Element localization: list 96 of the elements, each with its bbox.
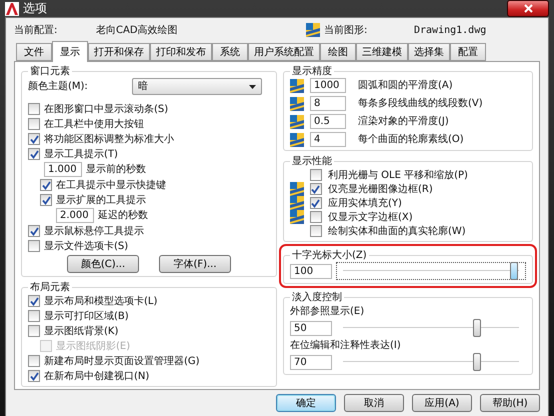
checkbox-label: 显示布局和模型选项卡(L) bbox=[44, 294, 158, 308]
checkbox-label: 显示扩展的工具提示 bbox=[56, 194, 146, 206]
checkbox-label: 应用实体填充(Y) bbox=[328, 196, 402, 210]
field-label: 延迟的秒数 bbox=[98, 209, 148, 222]
group-title: 淡入度控制 bbox=[290, 290, 343, 304]
slider-thumb[interactable] bbox=[510, 262, 518, 280]
drawing-setting-icon bbox=[290, 96, 304, 110]
group-title: 十字光标大小(Z) bbox=[290, 248, 368, 262]
profile-label: 当前配置: bbox=[14, 24, 58, 37]
drawing-setting-icon bbox=[306, 23, 320, 37]
checkbox-label: 绘制实体和曲面的真实轮廓(W) bbox=[328, 224, 466, 238]
checkbox[interactable] bbox=[310, 225, 322, 237]
checkbox[interactable] bbox=[28, 148, 40, 160]
close-button[interactable] bbox=[507, 0, 549, 17]
tab[interactable]: 打开和保存 bbox=[88, 43, 150, 61]
checkbox-label: 将功能区图标调整为标准大小 bbox=[44, 132, 174, 146]
profile-name: 老向CAD高效绘图 bbox=[96, 24, 179, 37]
dialog-button[interactable]: 颜色(C)... bbox=[66, 255, 139, 273]
drawing-setting-icon bbox=[290, 132, 304, 146]
checkbox-label: 在工具栏中使用大按钮 bbox=[44, 118, 144, 130]
slider-label: 在位编辑和注释性表达(I) bbox=[290, 338, 402, 352]
checkbox-label: 显示图纸阴影(E) bbox=[56, 340, 130, 352]
checkbox[interactable] bbox=[28, 225, 40, 237]
checkbox[interactable] bbox=[40, 194, 52, 206]
checkbox[interactable] bbox=[28, 355, 40, 367]
checkbox[interactable] bbox=[40, 179, 52, 191]
checkbox-label: 显示工具提示(T) bbox=[44, 148, 118, 160]
color-theme-label: 颜色主题(M): bbox=[28, 80, 89, 93]
window-title: 选项 bbox=[23, 0, 47, 17]
checkbox[interactable] bbox=[28, 370, 40, 382]
number-field[interactable]: 70 bbox=[290, 354, 332, 370]
slider-thumb[interactable] bbox=[472, 319, 481, 337]
dialog-button[interactable]: 取消 bbox=[344, 394, 404, 412]
dialog-button[interactable]: 帮助(H) bbox=[480, 394, 540, 412]
checkbox-label: 利用光栅与 OLE 平移和缩放(P) bbox=[328, 168, 468, 182]
number-field[interactable]: 50 bbox=[290, 320, 332, 336]
tab[interactable]: 三维建模 bbox=[356, 43, 408, 61]
dialog-button[interactable]: 应用(A) bbox=[412, 394, 472, 412]
group-title: 显示精度 bbox=[290, 64, 333, 78]
checkbox-label: 显示图纸背景(K) bbox=[44, 324, 118, 338]
number-field[interactable]: 1000 bbox=[310, 78, 346, 93]
dialog-button[interactable]: 字体(F)... bbox=[158, 255, 231, 273]
checkbox[interactable] bbox=[28, 240, 40, 252]
drawing-setting-icon bbox=[290, 182, 304, 196]
checkbox-label: 仅显示文字边框(X) bbox=[328, 210, 413, 224]
checkbox[interactable] bbox=[28, 133, 40, 145]
dialog-button[interactable]: 确定 bbox=[276, 394, 336, 412]
number-field[interactable]: 1.000 bbox=[44, 162, 82, 177]
checkbox-label: 在新布局中创建视口(N) bbox=[44, 370, 150, 382]
checkbox-label: 显示鼠标悬停工具提示 bbox=[44, 224, 144, 238]
field-label: 每个曲面的轮廓素线(O) bbox=[358, 133, 464, 146]
number-field[interactable]: 0.5 bbox=[310, 114, 346, 129]
group-title: 布局元素 bbox=[29, 280, 71, 294]
checkbox[interactable] bbox=[310, 183, 322, 195]
tab[interactable]: 打印和发布 bbox=[150, 43, 212, 61]
group-title: 显示性能 bbox=[290, 154, 333, 168]
color-theme-dropdown[interactable]: 暗 bbox=[132, 78, 262, 95]
checkbox[interactable] bbox=[310, 211, 322, 223]
field-label: 渲染对象的平滑度(J) bbox=[358, 115, 449, 128]
close-icon bbox=[524, 4, 532, 13]
drawing-setting-icon bbox=[290, 114, 304, 128]
tab[interactable]: 选择集 bbox=[408, 43, 450, 61]
tab[interactable]: 绘图 bbox=[320, 43, 356, 61]
number-field[interactable]: 8 bbox=[310, 96, 346, 111]
checkbox[interactable] bbox=[28, 118, 40, 130]
tab[interactable]: 配置 bbox=[450, 43, 486, 61]
caret-icon bbox=[249, 84, 256, 88]
checkbox-label: 在图形窗口中显示滚动条(S) bbox=[44, 102, 168, 116]
checkbox[interactable] bbox=[310, 169, 322, 181]
tab[interactable]: 系统 bbox=[212, 43, 248, 61]
number-field[interactable]: 2.000 bbox=[56, 208, 94, 223]
number-field[interactable]: 100 bbox=[290, 264, 332, 278]
slider-label: 外部参照显示(E) bbox=[290, 304, 366, 318]
checkbox[interactable] bbox=[28, 103, 40, 115]
field-label: 每条多段线曲线的线段数(V) bbox=[358, 97, 483, 110]
checkbox[interactable] bbox=[28, 295, 40, 307]
checkbox-label: 新建布局时显示页面设置管理器(G) bbox=[44, 354, 200, 368]
drawing-setting-icon bbox=[290, 78, 304, 92]
field-label: 圆弧和圆的平滑度(A) bbox=[358, 79, 453, 92]
checkbox[interactable] bbox=[28, 325, 40, 337]
slider-thumb[interactable] bbox=[472, 353, 481, 371]
tab[interactable]: 显示 bbox=[52, 41, 88, 62]
checkbox-label: 显示可打印区域(B) bbox=[44, 310, 129, 322]
drawing-file-name: Drawing1.dwg bbox=[414, 24, 486, 36]
app-logo-icon bbox=[5, 2, 19, 16]
checkbox-label: 仅亮显光栅图像边框(R) bbox=[328, 182, 433, 196]
checkbox-label: 显示文件选项卡(S) bbox=[44, 240, 128, 252]
tab[interactable]: 用户系统配置 bbox=[248, 43, 320, 61]
tab[interactable]: 文件 bbox=[16, 43, 52, 61]
number-field[interactable]: 4 bbox=[310, 132, 346, 147]
group-title: 窗口元素 bbox=[29, 64, 71, 78]
drawing-label: 当前图形: bbox=[324, 24, 368, 37]
checkbox[interactable] bbox=[28, 310, 40, 322]
checkbox[interactable] bbox=[310, 197, 322, 209]
field-label: 显示前的秒数 bbox=[86, 163, 146, 176]
checkbox-label: 在工具提示中显示快捷键 bbox=[56, 178, 166, 192]
